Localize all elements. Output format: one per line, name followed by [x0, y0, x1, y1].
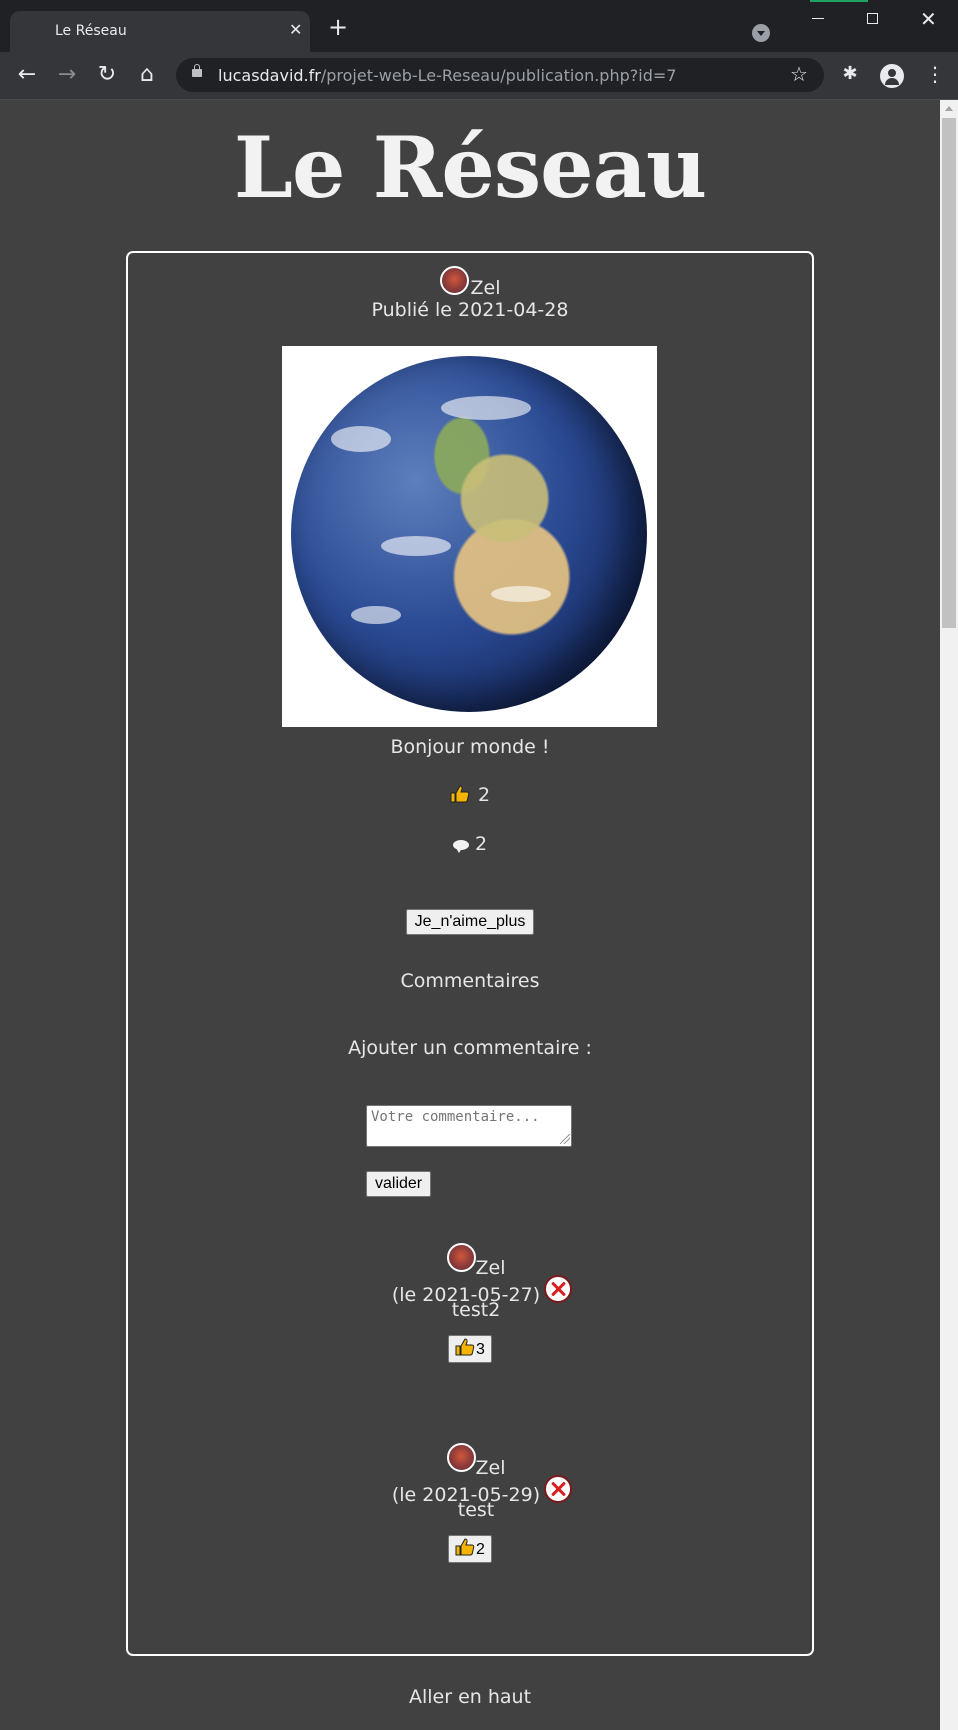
tab-title: Le Réseau — [55, 23, 127, 39]
comment-author: Zel — [134, 1443, 818, 1479]
url-host: lucasdavid.fr — [218, 66, 321, 85]
comment-count: 2 — [474, 833, 488, 855]
thumbs-up-icon — [455, 1338, 475, 1356]
tab-close-icon[interactable]: ✕ — [289, 21, 302, 39]
comment-input[interactable] — [366, 1105, 572, 1147]
back-arrow-icon[interactable]: ← — [13, 61, 41, 89]
site-title: Le Réseau — [233, 118, 707, 217]
page-content: Le Réseau Zel Publié le 2021-04-28 Bonjo… — [0, 100, 940, 1730]
browser-tab[interactable]: Le Réseau ✕ — [10, 11, 310, 52]
comments-heading: Commentaires — [400, 970, 540, 992]
reload-icon[interactable]: ↻ — [93, 61, 121, 89]
comment-like-row: 2 — [128, 1535, 812, 1563]
tab-search-icon[interactable] — [752, 24, 770, 42]
submit-comment-button[interactable]: valider — [366, 1171, 432, 1197]
comment-like-button[interactable]: 3 — [448, 1335, 492, 1363]
post-comments-count: 2 — [128, 833, 812, 855]
home-icon[interactable]: ⌂ — [133, 61, 161, 89]
resize-handle-icon[interactable] — [560, 1134, 570, 1144]
comment-like-count: 2 — [476, 1541, 485, 1558]
comment-bubble-icon — [452, 840, 469, 853]
post-caption: Bonjour monde ! — [390, 736, 550, 758]
add-comment-heading: Ajouter un commentaire : — [348, 1037, 592, 1059]
scroll-up-icon[interactable] — [945, 106, 953, 111]
window-close-icon[interactable]: ✕ — [920, 7, 937, 31]
browser-toolbar: ← → ↻ ⌂ lucasdavid.fr/projet-web-Le-Rese… — [0, 52, 958, 100]
menu-icon[interactable]: ⋮ — [925, 64, 945, 84]
author-name[interactable]: Zel — [471, 277, 501, 299]
like-count: 2 — [477, 784, 491, 806]
comment-like-count: 3 — [476, 1341, 485, 1358]
url-path: /projet-web-Le-Reseau/publication.php?id… — [320, 66, 677, 85]
post-likes: 2 — [128, 784, 812, 806]
address-bar[interactable]: lucasdavid.fr/projet-web-Le-Reseau/publi… — [176, 58, 824, 92]
star-icon[interactable]: ☆ — [790, 62, 808, 86]
new-tab-button[interactable]: + — [328, 15, 348, 39]
comment-author: Zel — [134, 1243, 818, 1279]
unlike-button[interactable]: Je_n'aime_plus — [405, 909, 535, 935]
post-author: Zel — [128, 266, 812, 299]
url-text[interactable]: lucasdavid.fr/projet-web-Le-Reseau/publi… — [218, 66, 676, 85]
earth-globe-image — [291, 356, 647, 712]
thumbs-up-icon — [455, 1538, 475, 1556]
scrollbar-thumb[interactable] — [942, 118, 956, 628]
thumbs-up-icon — [450, 785, 470, 803]
comment-text: test2 — [451, 1299, 501, 1321]
avatar[interactable] — [446, 1443, 476, 1472]
extensions-icon[interactable]: ✱ — [840, 64, 860, 84]
comment-like-button[interactable]: 2 — [448, 1535, 492, 1563]
avatar[interactable] — [446, 1243, 476, 1272]
publish-date: Publié le 2021-04-28 — [371, 299, 569, 321]
unlike-row: Je_n'aime_plus — [128, 909, 812, 935]
comment-like-row: 3 — [128, 1335, 812, 1363]
browser-tab-bar: Le Réseau ✕ + ✕ — [0, 0, 958, 52]
post-image — [282, 346, 657, 727]
forward-arrow-icon[interactable]: → — [53, 61, 81, 89]
minimize-icon[interactable] — [812, 18, 824, 19]
post-card: Zel Publié le 2021-04-28 Bonjour monde !… — [126, 251, 814, 1656]
comment-text: test — [457, 1499, 495, 1521]
maximize-icon[interactable] — [867, 13, 878, 24]
profile-icon[interactable] — [880, 64, 904, 88]
submit-row: valider — [366, 1171, 432, 1197]
recording-indicator — [810, 0, 868, 2]
avatar[interactable] — [439, 266, 469, 295]
lock-icon — [192, 64, 202, 77]
back-to-top-link[interactable]: Aller en haut — [0, 1686, 940, 1708]
